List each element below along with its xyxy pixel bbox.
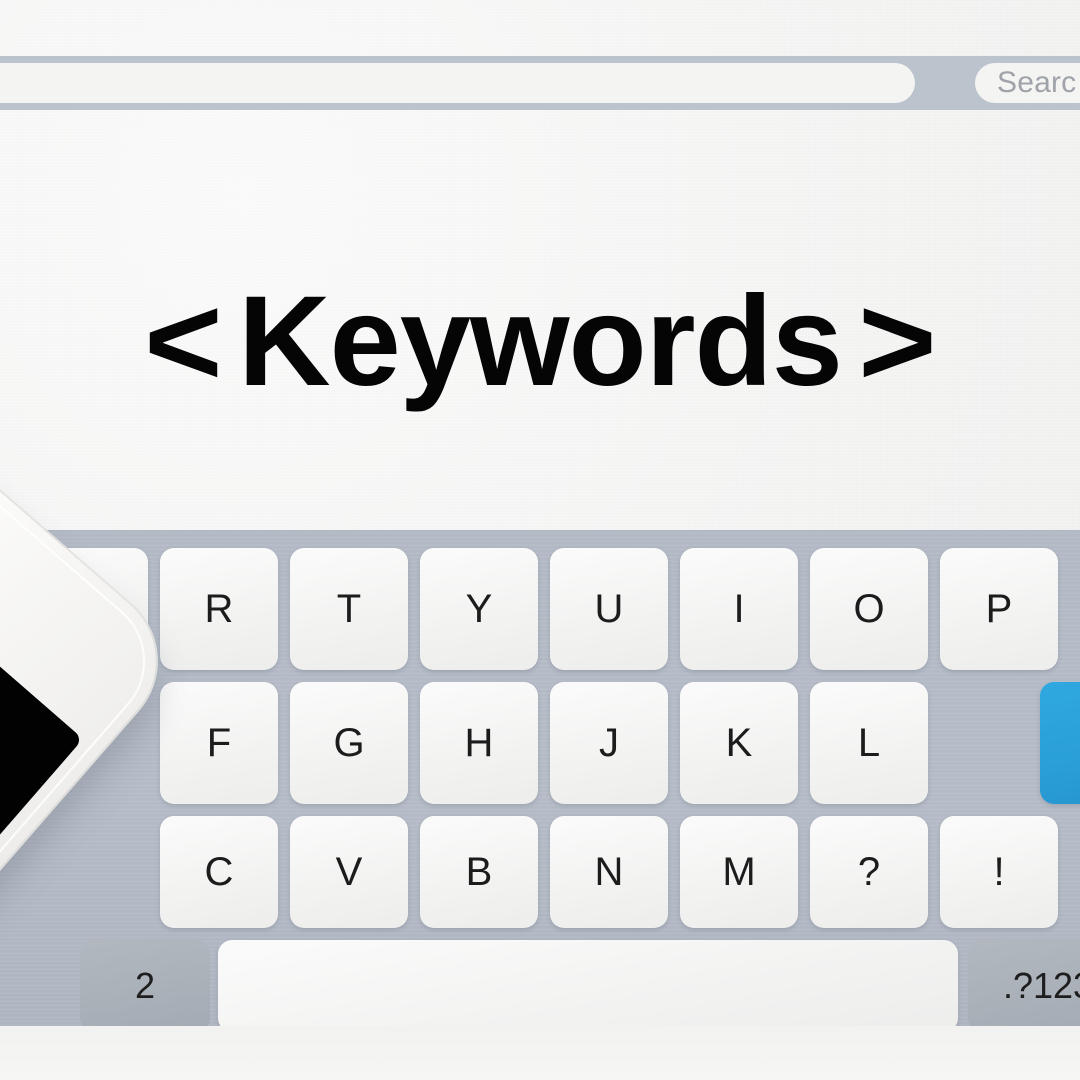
key-i[interactable]: I [680, 548, 798, 670]
key-label: P [985, 586, 1013, 631]
key-label: G [333, 720, 365, 765]
key-return-highlighted[interactable] [1040, 682, 1080, 804]
key-label: O [853, 586, 885, 631]
key-c[interactable]: C [160, 816, 278, 928]
key-label: ! [993, 849, 1005, 894]
left-chevron-icon: < [144, 270, 223, 413]
page-title: < Keywords > [0, 278, 1080, 406]
key-g[interactable]: G [290, 682, 408, 804]
key-label: K [725, 720, 753, 765]
key-exclamation-mark[interactable]: ! [940, 816, 1058, 928]
search-placeholder-secondary: Searc [997, 66, 1077, 99]
key-t[interactable]: T [290, 548, 408, 670]
key-label: F [206, 720, 232, 765]
key-label: ? [857, 849, 881, 894]
right-chevron-icon: > [858, 270, 936, 413]
key-u[interactable]: U [550, 548, 668, 670]
key-space[interactable] [218, 940, 958, 1032]
key-m[interactable]: M [680, 816, 798, 928]
key-numeric-symbols[interactable]: .?123 [968, 940, 1080, 1032]
key-f[interactable]: F [160, 682, 278, 804]
key-label: T [336, 586, 362, 631]
key-label: R [204, 586, 234, 631]
key-label: I [733, 586, 745, 631]
key-h[interactable]: H [420, 682, 538, 804]
key-label: U [594, 586, 624, 631]
key-label: Y [465, 586, 493, 631]
key-y[interactable]: Y [420, 548, 538, 670]
key-v[interactable]: V [290, 816, 408, 928]
key-l[interactable]: L [810, 682, 928, 804]
key-o[interactable]: O [810, 548, 928, 670]
key-j[interactable]: J [550, 682, 668, 804]
key-numeric-left[interactable]: 2 [80, 940, 210, 1032]
headline-word: Keywords [238, 270, 843, 413]
key-label: .?123 [1002, 965, 1080, 1006]
search-input-secondary[interactable]: Searc [975, 63, 1080, 103]
key-label: B [465, 849, 493, 894]
on-screen-keyboard: E R T Y U I O P F G H J K L C V B N M ? … [0, 530, 1080, 1032]
key-label: C [204, 849, 234, 894]
key-p[interactable]: P [940, 548, 1058, 670]
key-label: M [722, 849, 756, 894]
key-label: N [594, 849, 624, 894]
key-question-mark[interactable]: ? [810, 816, 928, 928]
key-b[interactable]: B [420, 816, 538, 928]
key-label: V [335, 849, 363, 894]
key-n[interactable]: N [550, 816, 668, 928]
key-k[interactable]: K [680, 682, 798, 804]
paper-bottom-edge [0, 1026, 1080, 1080]
search-bar-strip: Searc [0, 56, 1080, 110]
key-label: H [464, 720, 494, 765]
key-label: 2 [134, 965, 156, 1006]
screenshot-stage: Searc <Keywords> E R T Y U I O P F G H J… [0, 0, 1080, 1080]
key-label: J [599, 720, 619, 765]
key-label: L [857, 720, 881, 765]
search-input-primary[interactable] [0, 63, 915, 103]
